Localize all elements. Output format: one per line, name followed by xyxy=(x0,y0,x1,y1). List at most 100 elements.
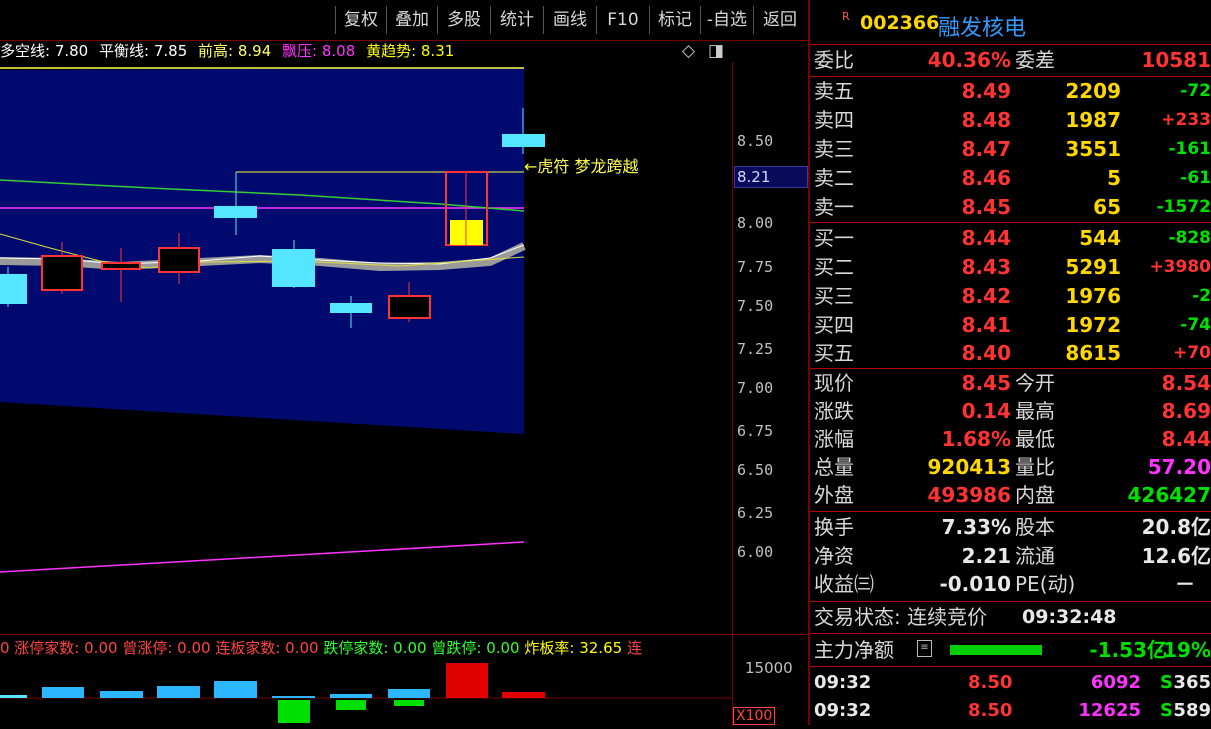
quote-value: 8.45 xyxy=(962,369,1011,398)
bid-volume: 1976 xyxy=(1065,282,1121,311)
quote-label: 涨幅 xyxy=(814,425,854,454)
fundamental-label: 流通 xyxy=(1015,542,1055,571)
volume-unit: X100 xyxy=(733,707,775,725)
fundamental-value: 7.33% xyxy=(942,513,1011,542)
volume-chart[interactable] xyxy=(0,660,732,725)
fundamental-label: 股本 xyxy=(1015,513,1055,542)
tick-side: S xyxy=(1160,668,1173,697)
multi-stock-button[interactable]: 多股 xyxy=(437,6,490,34)
toolbar: 复权 叠加 多股 统计 画线 F10 标记 -自选 返回 xyxy=(0,0,808,41)
volume-bar xyxy=(336,700,366,710)
ask-volume: 65 xyxy=(1093,193,1121,222)
ask-change: -61 xyxy=(1180,164,1211,193)
bid-price: 8.42 xyxy=(962,282,1011,311)
quote-value: 920413 xyxy=(928,453,1012,482)
quote-row: 总量 920413 量比 57.20 xyxy=(810,453,1211,482)
quote-label: 内盘 xyxy=(1015,481,1055,510)
ask-label: 卖三 xyxy=(814,135,854,164)
trade-status-time: 09:32:48 xyxy=(1022,603,1117,632)
indicator-piaoya: 飘压: 8.08 xyxy=(282,42,355,60)
volume-bar xyxy=(502,692,545,698)
ask-row[interactable]: 卖五 8.49 2209 -72 xyxy=(810,77,1211,106)
main-flow-row[interactable]: 主力净额 ≡ -1.53亿 -19% xyxy=(810,636,1211,665)
indicator-huangqushi: 黄趋势: 8.31 xyxy=(366,42,454,60)
bid-row[interactable]: 买五 8.40 8615 +70 xyxy=(810,339,1211,368)
weicha-label: 委差 xyxy=(1015,46,1055,75)
chart-annotation: ←虎符 梦龙跨越 xyxy=(524,153,639,177)
price-tick: 6.25 xyxy=(737,504,773,522)
bid-row[interactable]: 买一 8.44 544 -828 xyxy=(810,224,1211,253)
quote-row: 外盘 493986 内盘 426427 xyxy=(810,481,1211,510)
volume-bar xyxy=(446,663,488,698)
channel-band xyxy=(0,68,524,434)
ask-volume: 5 xyxy=(1107,164,1121,193)
volume-bar xyxy=(394,700,424,706)
kline-chart[interactable]: ←虎符 梦龙跨越 xyxy=(0,62,732,634)
f10-button[interactable]: F10 xyxy=(596,6,649,34)
bid-price: 8.40 xyxy=(962,339,1011,368)
menu-icon[interactable]: ≡ xyxy=(917,640,932,657)
quote-panel: R 002366 融发核电 委比 40.36% 委差 10581 卖五 8.49… xyxy=(808,0,1211,725)
tick-row: 09:32 8.50 6092 S 365 xyxy=(810,668,1211,697)
tick-count: 365 xyxy=(1173,668,1211,697)
bid-volume: 1972 xyxy=(1065,311,1121,340)
price-tick: 7.75 xyxy=(737,258,773,276)
bid-label: 买五 xyxy=(814,339,854,368)
tick-time: 09:32 xyxy=(814,696,871,725)
volume-bar xyxy=(388,689,430,698)
volume-svg xyxy=(0,660,732,725)
volume-bar xyxy=(42,687,84,698)
overlay-button[interactable]: 叠加 xyxy=(386,6,437,34)
stat-lian: 连 xyxy=(627,639,642,657)
ask-volume: 2209 xyxy=(1065,77,1121,106)
ask-row[interactable]: 卖四 8.48 1987 +233 xyxy=(810,106,1211,135)
main-flow-bar xyxy=(950,645,1042,655)
quote-value: 8.44 xyxy=(1162,425,1211,454)
quote-value: 0.14 xyxy=(962,397,1011,426)
tick-count: 589 xyxy=(1173,696,1211,725)
weicha-value: 10581 xyxy=(1141,46,1211,75)
bid-label: 买四 xyxy=(814,311,854,340)
back-button[interactable]: 返回 xyxy=(753,6,806,34)
bid-change: +3980 xyxy=(1149,253,1211,282)
bid-change: -2 xyxy=(1192,282,1211,311)
diamond-icon[interactable]: ◇ xyxy=(682,41,695,61)
fundamental-value: 2.21 xyxy=(962,542,1011,571)
quote-label: 最高 xyxy=(1015,397,1055,426)
bid-row[interactable]: 买二 8.43 5291 +3980 xyxy=(810,253,1211,282)
quote-label: 今开 xyxy=(1015,369,1055,398)
fundamental-value: -0.010 xyxy=(939,570,1011,599)
fuquan-button[interactable]: 复权 xyxy=(335,6,386,34)
quote-label: 外盘 xyxy=(814,481,854,510)
volume-bar xyxy=(330,694,372,698)
quote-value: 493986 xyxy=(928,481,1012,510)
quote-row: 涨跌 0.14 最高 8.69 xyxy=(810,397,1211,426)
quote-value: 8.69 xyxy=(1162,397,1211,426)
ask-price: 8.49 xyxy=(962,77,1011,106)
mark-button[interactable]: 标记 xyxy=(649,6,700,34)
price-tick: 6.75 xyxy=(737,422,773,440)
quote-label: 量比 xyxy=(1015,453,1055,482)
bid-row[interactable]: 买三 8.42 1976 -2 xyxy=(810,282,1211,311)
fundamental-value: 12.6亿 xyxy=(1142,542,1211,571)
bid-volume: 5291 xyxy=(1065,253,1121,282)
quote-label: 总量 xyxy=(814,453,854,482)
fundamental-label: 换手 xyxy=(814,513,854,542)
bid-price: 8.41 xyxy=(962,311,1011,340)
indicator-line: 多空线: 7.80 平衡线: 7.85 前高: 8.94 飘压: 8.08 黄趋… xyxy=(0,40,730,62)
ask-row[interactable]: 卖二 8.46 5 -61 xyxy=(810,164,1211,193)
statistics-button[interactable]: 统计 xyxy=(490,6,543,34)
tick-side: S xyxy=(1160,696,1173,725)
draw-line-button[interactable]: 画线 xyxy=(543,6,596,34)
ask-row[interactable]: 卖三 8.47 3551 -161 xyxy=(810,135,1211,164)
weibi-value: 40.36% xyxy=(928,46,1011,75)
bid-row[interactable]: 买四 8.41 1972 -74 xyxy=(810,311,1211,340)
fundamental-value: － xyxy=(1175,570,1195,599)
ask-change: -1572 xyxy=(1157,193,1211,222)
bid-change: -828 xyxy=(1168,224,1211,253)
weibi-label: 委比 xyxy=(814,46,854,75)
fundamental-row: 净资 2.21 流通 12.6亿 xyxy=(810,542,1211,571)
ask-row[interactable]: 卖一 8.45 65 -1572 xyxy=(810,193,1211,222)
panel-toggle-icon[interactable]: ◨ xyxy=(708,41,724,61)
watchlist-button[interactable]: -自选 xyxy=(700,6,753,34)
